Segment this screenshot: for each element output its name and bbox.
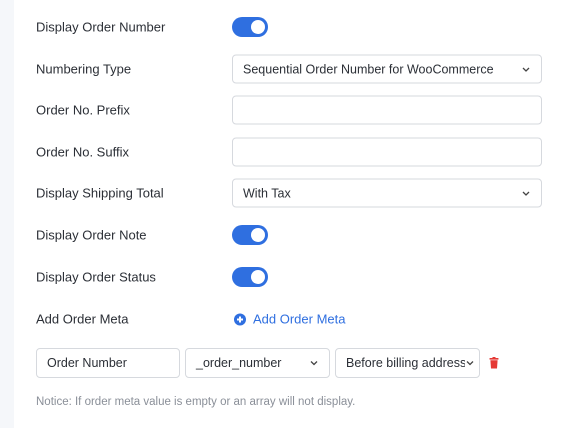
order-meta-notice: Notice: If order meta value is empty or … [36,396,356,408]
display-shipping-total-row: Display Shipping Total With Tax [14,176,570,210]
display-order-note-row: Display Order Note [14,218,570,252]
display-order-status-toggle[interactable] [232,267,268,287]
plus-circle-icon [234,313,246,325]
display-shipping-total-select[interactable]: With Tax [232,178,542,208]
numbering-type-value: Sequential Order Number for WooCommerce [243,62,494,76]
order-no-suffix-input[interactable] [232,137,542,167]
display-shipping-total-label: Display Shipping Total [36,185,164,201]
display-order-number-toggle[interactable] [232,17,268,37]
order-meta-name-input[interactable]: Order Number [36,348,180,378]
settings-panel: Display Order Number Numbering Type Sequ… [14,0,570,428]
display-order-note-label: Display Order Note [36,227,147,243]
order-meta-position-value: Before billing address [346,356,465,370]
order-meta-position-select[interactable]: Before billing address [335,348,480,378]
toggle-knob [251,270,265,284]
display-order-number-label: Display Order Number [36,19,166,35]
display-order-status-row: Display Order Status [14,260,570,294]
order-meta-key-value: _order_number [196,356,282,370]
order-no-prefix-label: Order No. Prefix [36,102,130,118]
numbering-type-row: Numbering Type Sequential Order Number f… [14,52,570,86]
order-no-suffix-row: Order No. Suffix [14,135,570,169]
display-order-note-toggle[interactable] [232,225,268,245]
numbering-type-label: Numbering Type [36,61,132,77]
order-meta-name-value: Order Number [47,356,127,370]
display-order-number-row: Display Order Number [14,10,570,44]
trash-icon[interactable] [489,357,499,369]
order-no-suffix-label: Order No. Suffix [36,144,129,160]
order-no-prefix-input[interactable] [232,95,542,125]
chevron-down-icon [521,188,531,198]
display-order-status-label: Display Order Status [36,269,156,285]
add-order-meta-button-label: Add Order Meta [253,311,346,327]
order-meta-row: Order Number _order_number Before billin… [36,348,556,378]
add-order-meta-row: Add Order Meta Add Order Meta [14,302,570,336]
display-shipping-total-value: With Tax [243,186,291,200]
add-order-meta-label: Add Order Meta [36,311,129,327]
toggle-knob [251,228,265,242]
add-order-meta-button[interactable]: Add Order Meta [234,312,346,327]
order-no-prefix-row: Order No. Prefix [14,93,570,127]
chevron-down-icon [465,358,475,368]
order-meta-key-select[interactable]: _order_number [185,348,330,378]
numbering-type-select[interactable]: Sequential Order Number for WooCommerce [232,54,542,84]
chevron-down-icon [521,64,531,74]
toggle-knob [251,20,265,34]
chevron-down-icon [309,358,319,368]
